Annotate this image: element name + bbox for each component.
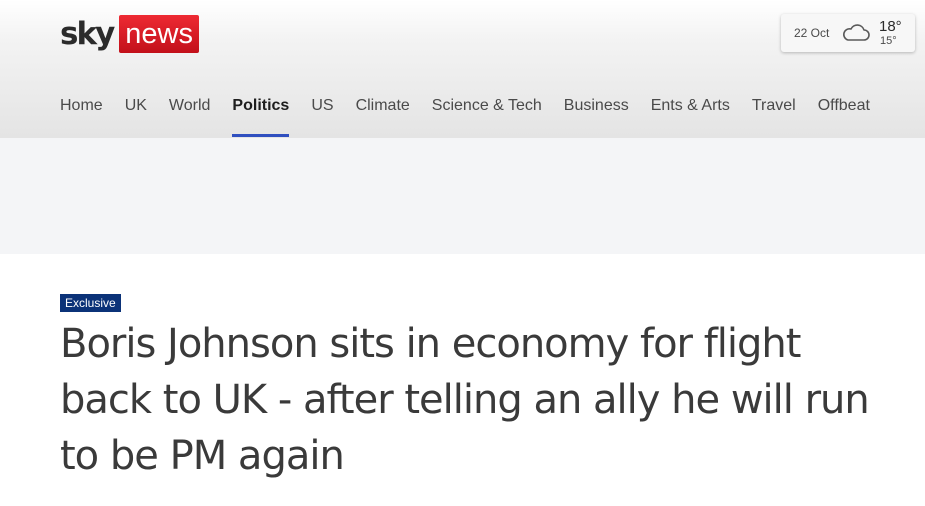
nav-item-travel[interactable]: Travel	[752, 84, 796, 128]
nav-item-offbeat[interactable]: Offbeat	[818, 84, 870, 128]
logo-news-text: news	[119, 15, 199, 53]
advert-placeholder	[0, 138, 925, 254]
weather-low-temp: 15°	[880, 35, 897, 47]
nav-item-world[interactable]: World	[169, 84, 211, 128]
weather-high-temp: 18°	[879, 18, 902, 35]
weather-date: 22 Oct	[794, 26, 830, 40]
nav-item-climate[interactable]: Climate	[356, 84, 410, 128]
logo-sky-text: sky	[60, 16, 115, 52]
nav-item-ents-arts[interactable]: Ents & Arts	[651, 84, 730, 128]
article-headline: Boris Johnson sits in economy for flight…	[60, 321, 870, 479]
cloud-icon	[841, 23, 871, 43]
main-nav: Home UK World Politics US Climate Scienc…	[60, 84, 892, 138]
exclusive-badge: Exclusive	[60, 294, 121, 312]
nav-item-us[interactable]: US	[311, 84, 333, 128]
nav-item-science-tech[interactable]: Science & Tech	[432, 84, 542, 128]
nav-item-politics[interactable]: Politics	[232, 84, 289, 137]
weather-widget[interactable]: 22 Oct 18° 15°	[781, 14, 915, 52]
nav-item-uk[interactable]: UK	[125, 84, 147, 128]
sky-news-logo[interactable]: sky news	[60, 14, 199, 54]
nav-item-business[interactable]: Business	[564, 84, 629, 128]
nav-item-home[interactable]: Home	[60, 84, 103, 128]
site-header: sky news 22 Oct 18° 15° Home UK World Po…	[0, 0, 925, 138]
